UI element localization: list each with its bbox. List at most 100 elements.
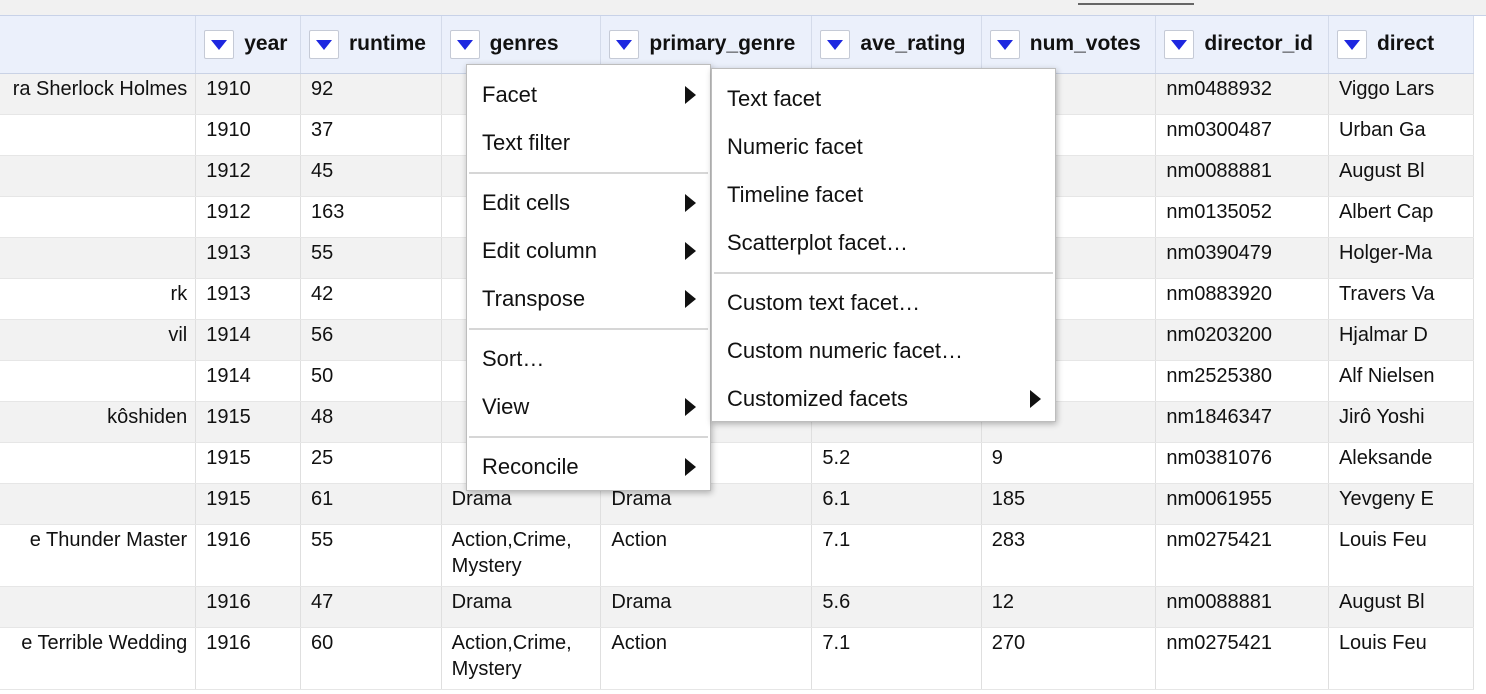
- facet-menu-item-text-facet[interactable]: Text facet: [712, 75, 1055, 123]
- menu-item-facet[interactable]: Facet: [467, 71, 710, 119]
- cell-runtime[interactable]: 45: [300, 155, 442, 197]
- facet-menu-item-customized-facets[interactable]: Customized facets: [712, 375, 1055, 423]
- cell-director-id[interactable]: nm0883920: [1155, 278, 1329, 320]
- cell-director-id[interactable]: nm0088881: [1155, 586, 1329, 628]
- cell-title[interactable]: [0, 360, 197, 402]
- cell-year[interactable]: 1913: [195, 237, 301, 279]
- cell-director-id[interactable]: nm2525380: [1155, 360, 1329, 402]
- menu-item-edit-column[interactable]: Edit column: [467, 227, 710, 275]
- cell-direct[interactable]: Viggo Lars: [1328, 73, 1475, 115]
- column-dropdown-icon[interactable]: [449, 29, 480, 59]
- cell-year[interactable]: 1913: [195, 278, 301, 320]
- cell-year[interactable]: 1912: [195, 155, 301, 197]
- cell-year[interactable]: 1916: [195, 627, 301, 690]
- cell-title[interactable]: [0, 442, 197, 484]
- cell-genres[interactable]: Drama: [441, 586, 602, 628]
- cell-num-votes[interactable]: 9: [981, 442, 1157, 484]
- menu-item-view[interactable]: View: [467, 383, 710, 431]
- cell-genres[interactable]: Action,Crime, Mystery: [441, 627, 602, 690]
- cell-runtime[interactable]: 42: [300, 278, 442, 320]
- cell-runtime[interactable]: 163: [300, 196, 442, 238]
- cell-num-votes[interactable]: 270: [981, 627, 1157, 690]
- cell-runtime[interactable]: 37: [300, 114, 442, 156]
- cell-ave-rating[interactable]: 7.1: [811, 524, 982, 587]
- menu-item-edit-cells[interactable]: Edit cells: [467, 179, 710, 227]
- cell-direct[interactable]: Albert Cap: [1328, 196, 1475, 238]
- column-header-direct[interactable]: direct: [1328, 16, 1475, 74]
- cell-title[interactable]: [0, 155, 197, 197]
- cell-runtime[interactable]: 55: [300, 237, 442, 279]
- cell-title[interactable]: [0, 483, 197, 525]
- cell-year[interactable]: 1910: [195, 114, 301, 156]
- cell-title[interactable]: e Thunder Master: [0, 524, 197, 587]
- facet-menu-item-numeric-facet[interactable]: Numeric facet: [712, 123, 1055, 171]
- cell-title[interactable]: rk: [0, 278, 197, 320]
- cell-ave-rating[interactable]: 7.1: [811, 627, 982, 690]
- cell-num-votes[interactable]: 12: [981, 586, 1157, 628]
- cell-direct[interactable]: Jirô Yoshi: [1328, 401, 1475, 443]
- cell-direct[interactable]: Travers Va: [1328, 278, 1475, 320]
- cell-year[interactable]: 1916: [195, 586, 301, 628]
- cell-title[interactable]: [0, 586, 197, 628]
- cell-title[interactable]: [0, 114, 197, 156]
- facet-menu-item-custom-text-facet[interactable]: Custom text facet…: [712, 279, 1055, 327]
- column-header-ave-rating[interactable]: ave_rating: [811, 16, 982, 74]
- cell-ave-rating[interactable]: 5.6: [811, 586, 982, 628]
- cell-direct[interactable]: Aleksande: [1328, 442, 1475, 484]
- cell-title[interactable]: kôshiden: [0, 401, 197, 443]
- cell-num-votes[interactable]: 283: [981, 524, 1157, 587]
- cell-director-id[interactable]: nm0381076: [1155, 442, 1329, 484]
- cell-year[interactable]: 1915: [195, 401, 301, 443]
- cell-direct[interactable]: Hjalmar D: [1328, 319, 1475, 361]
- cell-director-id[interactable]: nm0275421: [1155, 524, 1329, 587]
- menu-item-sort[interactable]: Sort…: [467, 335, 710, 383]
- facet-menu-item-timeline-facet[interactable]: Timeline facet: [712, 171, 1055, 219]
- cell-year[interactable]: 1915: [195, 483, 301, 525]
- column-header-runtime[interactable]: runtime: [300, 16, 442, 74]
- cell-year[interactable]: 1914: [195, 360, 301, 402]
- cell-runtime[interactable]: 56: [300, 319, 442, 361]
- cell-director-id[interactable]: nm0135052: [1155, 196, 1329, 238]
- column-header-year[interactable]: year: [195, 16, 301, 74]
- cell-ave-rating[interactable]: 6.1: [811, 483, 982, 525]
- menu-item-transpose[interactable]: Transpose: [467, 275, 710, 323]
- cell-year[interactable]: 1914: [195, 319, 301, 361]
- cell-runtime[interactable]: 47: [300, 586, 442, 628]
- cell-title[interactable]: e Terrible Wedding: [0, 627, 197, 690]
- cell-direct[interactable]: Urban Ga: [1328, 114, 1475, 156]
- cell-direct[interactable]: August Bl: [1328, 155, 1475, 197]
- cell-title[interactable]: ra Sherlock Holmes: [0, 73, 197, 115]
- column-header-title[interactable]: [0, 16, 197, 74]
- menu-item-reconcile[interactable]: Reconcile: [467, 443, 710, 491]
- cell-runtime[interactable]: 60: [300, 627, 442, 690]
- facet-menu-item-scatterplot-facet[interactable]: Scatterplot facet…: [712, 219, 1055, 267]
- cell-runtime[interactable]: 50: [300, 360, 442, 402]
- cell-director-id[interactable]: nm0061955: [1155, 483, 1329, 525]
- cell-title[interactable]: [0, 237, 197, 279]
- cell-runtime[interactable]: 25: [300, 442, 442, 484]
- cell-runtime[interactable]: 55: [300, 524, 442, 587]
- horizontal-scrollbar-thumb[interactable]: [1078, 0, 1194, 5]
- column-dropdown-icon[interactable]: [609, 29, 640, 59]
- cell-num-votes[interactable]: 185: [981, 483, 1157, 525]
- cell-director-id[interactable]: nm0088881: [1155, 155, 1329, 197]
- cell-ave-rating[interactable]: 5.2: [811, 442, 982, 484]
- cell-direct[interactable]: Yevgeny E: [1328, 483, 1475, 525]
- cell-year[interactable]: 1916: [195, 524, 301, 587]
- cell-direct[interactable]: Alf Nielsen: [1328, 360, 1475, 402]
- column-header-num-votes[interactable]: num_votes: [981, 16, 1157, 74]
- cell-title[interactable]: vil: [0, 319, 197, 361]
- column-dropdown-icon[interactable]: [1164, 29, 1195, 59]
- menu-item-text-filter[interactable]: Text filter: [467, 119, 710, 167]
- cell-director-id[interactable]: nm1846347: [1155, 401, 1329, 443]
- facet-menu-item-custom-numeric-facet[interactable]: Custom numeric facet…: [712, 327, 1055, 375]
- column-dropdown-icon[interactable]: [820, 29, 851, 59]
- column-dropdown-icon[interactable]: [1336, 29, 1367, 59]
- column-dropdown-icon[interactable]: [204, 29, 235, 59]
- cell-runtime[interactable]: 92: [300, 73, 442, 115]
- cell-director-id[interactable]: nm0300487: [1155, 114, 1329, 156]
- cell-year[interactable]: 1915: [195, 442, 301, 484]
- cell-director-id[interactable]: nm0203200: [1155, 319, 1329, 361]
- column-dropdown-icon[interactable]: [989, 29, 1020, 59]
- cell-year[interactable]: 1910: [195, 73, 301, 115]
